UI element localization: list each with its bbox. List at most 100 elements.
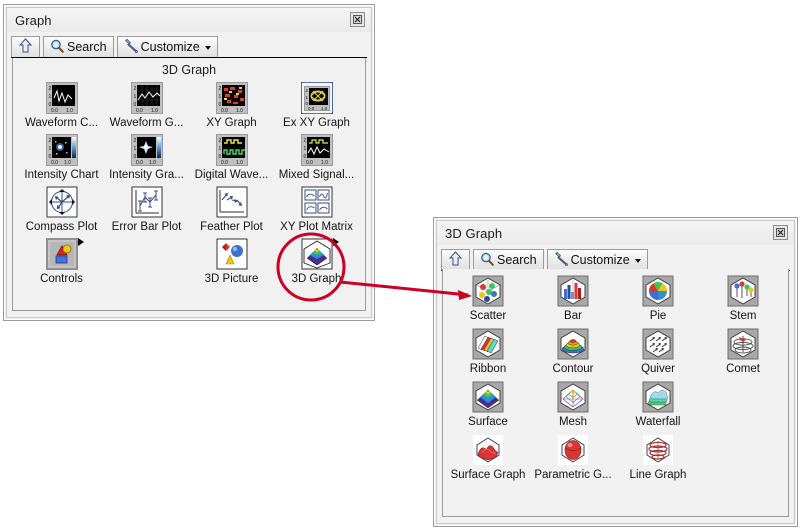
svg-text:1: 1 [218, 94, 221, 100]
svg-text:0.0: 0.0 [51, 108, 58, 114]
chevron-down-icon [634, 259, 641, 263]
palette-item-compass-plot[interactable]: Compass Plot [19, 186, 104, 234]
bar-3d-icon [557, 275, 589, 307]
graph-palette-titlebar[interactable]: Graph [7, 8, 371, 32]
mesh-3d-icon [557, 381, 589, 413]
customize-button[interactable]: Customize [116, 36, 218, 57]
up-arrow-icon [18, 38, 33, 56]
svg-text:2: 2 [218, 86, 221, 92]
subpalette-arrow-icon [332, 238, 339, 246]
close-icon[interactable] [773, 225, 788, 240]
palette-item-label: Digital Wave... [194, 169, 269, 181]
up-one-level-button[interactable] [441, 249, 470, 270]
graph-palette-grid: 2 1 0 0.0 1.0 Waveform C... 2 1 0 0.0 1.… [13, 80, 365, 286]
palette-item-label: Scatter [469, 310, 507, 322]
palette-item-error-bar-plot[interactable]: Error Bar Plot [104, 186, 189, 234]
subpalette-arrow-icon [77, 238, 84, 246]
palette-item-waterfall[interactable]: Waterfall [616, 381, 701, 429]
svg-text:2: 2 [48, 138, 51, 144]
3d-graph-palette-grid: Scatter Bar Pie Stem Ribbon Contour Quiv… [443, 269, 788, 482]
palette-item-scatter[interactable]: Scatter [446, 275, 531, 323]
chevron-down-icon [204, 46, 211, 50]
xy-plot-matrix-icon [301, 186, 333, 218]
customize-button-label: Customize [140, 40, 200, 54]
palette-item-xy-graph[interactable]: 2 1 0 0.0 1.0 XY Graph [189, 82, 274, 130]
parametric-graph-3d-icon [557, 434, 589, 466]
digital-waveform-icon: 2 1 0 0.0 1.0 [215, 134, 248, 166]
svg-text:1: 1 [48, 94, 51, 100]
palette-item-label: Contour [552, 363, 594, 375]
waveform-chart-icon: 2 1 0 0.0 1.0 [45, 82, 78, 114]
palette-item-waveform-chart[interactable]: 2 1 0 0.0 1.0 Waveform C... [19, 82, 104, 130]
svg-text:1.0: 1.0 [64, 160, 71, 166]
graph-palette-window[interactable]: Graph Search Customize 3D Graph 2 1 0 0.… [3, 4, 375, 321]
palette-item-label: Controls [40, 273, 83, 285]
svg-text:1.0: 1.0 [321, 106, 328, 111]
palette-item-label: Waveform G... [109, 117, 184, 129]
svg-text:1.0: 1.0 [236, 108, 243, 114]
waveform-graph-icon: 2 1 0 0.0 1.0 [130, 82, 163, 114]
palette-item-line-graph[interactable]: Line Graph [616, 434, 701, 482]
palette-item-digital-waveform[interactable]: 2 1 0 0.0 1.0 Digital Wave... [189, 134, 274, 182]
palette-item-label: Pie [649, 310, 667, 322]
palette-item-waveform-graph[interactable]: 2 1 0 0.0 1.0 Waveform G... [104, 82, 189, 130]
palette-item-intensity-graph[interactable]: 2 1 0 0.0 1.0 Intensity Gra... [104, 134, 189, 182]
search-button[interactable]: Search [473, 249, 544, 270]
palette-item-quiver[interactable]: Quiver [616, 328, 701, 376]
feather-plot-icon [216, 186, 248, 218]
3d-graph-palette-content: Scatter Bar Pie Stem Ribbon Contour Quiv… [442, 269, 789, 517]
search-button[interactable]: Search [43, 36, 114, 57]
palette-item-pie[interactable]: Pie [616, 275, 701, 323]
customize-button[interactable]: Customize [546, 249, 648, 270]
palette-item-comet[interactable]: Comet [701, 328, 786, 376]
palette-item-bar[interactable]: Bar [531, 275, 616, 323]
svg-text:1.0: 1.0 [236, 160, 243, 166]
palette-item-ribbon[interactable]: Ribbon [446, 328, 531, 376]
svg-text:1.0: 1.0 [321, 160, 328, 166]
palette-item-label: Intensity Chart [24, 169, 99, 181]
3d-graph-palette-window[interactable]: 3D Graph Search Customize Scatter Bar Pi… [433, 217, 798, 527]
palette-item-ex-xy-graph[interactable]: 2 1 0 0.0 1.0 Ex XY Graph [274, 82, 359, 130]
palette-item-label: Ribbon [469, 363, 507, 375]
waterfall-3d-icon [642, 381, 674, 413]
palette-item-intensity-chart[interactable]: 2 1 0 0.0 1.0 Intensity Chart [19, 134, 104, 182]
palette-item-feather-plot[interactable]: Feather Plot [189, 186, 274, 234]
palette-item-controls[interactable]: Controls [19, 238, 104, 286]
comet-3d-icon [727, 328, 759, 360]
palette-item-label: 3D Picture [204, 273, 259, 285]
palette-item-mesh[interactable]: Mesh [531, 381, 616, 429]
close-icon[interactable] [350, 12, 365, 27]
svg-text:0.0: 0.0 [306, 160, 313, 166]
palette-item-surface[interactable]: Surface [446, 381, 531, 429]
svg-text:1: 1 [218, 146, 221, 152]
search-icon [480, 252, 494, 269]
palette-item-3d-picture[interactable]: 3D Picture [189, 238, 274, 286]
palette-item-stem[interactable]: Stem [701, 275, 786, 323]
3d-graph-icon [301, 238, 339, 270]
svg-text:0.0: 0.0 [51, 160, 58, 166]
pie-3d-icon [642, 275, 674, 307]
svg-text:2: 2 [303, 138, 306, 144]
up-arrow-icon [448, 251, 463, 269]
up-one-level-button[interactable] [11, 36, 40, 57]
svg-text:2: 2 [48, 86, 51, 92]
scatter-3d-icon [472, 275, 504, 307]
intensity-graph-icon: 2 1 0 0.0 1.0 [130, 134, 163, 166]
search-button-label: Search [497, 253, 537, 267]
palette-item-label: Stem [729, 310, 757, 322]
palette-item-label: Line Graph [629, 469, 687, 481]
graph-palette-title: Graph [15, 12, 52, 28]
search-button-label: Search [67, 40, 107, 54]
svg-text:0.0: 0.0 [221, 108, 228, 114]
palette-item-label: Surface Graph [450, 469, 526, 481]
palette-item-parametric-graph[interactable]: Parametric G... [531, 434, 616, 482]
palette-item-contour[interactable]: Contour [531, 328, 616, 376]
palette-item-mixed-signal-graph[interactable]: 2 1 0 0.0 1.0 Mixed Signal... [274, 134, 359, 182]
error-bar-plot-icon [131, 186, 163, 218]
palette-item-surface-graph[interactable]: Surface Graph [446, 434, 531, 482]
palette-item-label: Bar [564, 310, 582, 322]
palette-item-xy-plot-matrix[interactable]: XY Plot Matrix [274, 186, 359, 234]
svg-text:1: 1 [48, 146, 51, 152]
3d-graph-palette-titlebar[interactable]: 3D Graph [437, 221, 794, 245]
palette-item-3d-graph[interactable]: 3D Graph [274, 238, 359, 286]
